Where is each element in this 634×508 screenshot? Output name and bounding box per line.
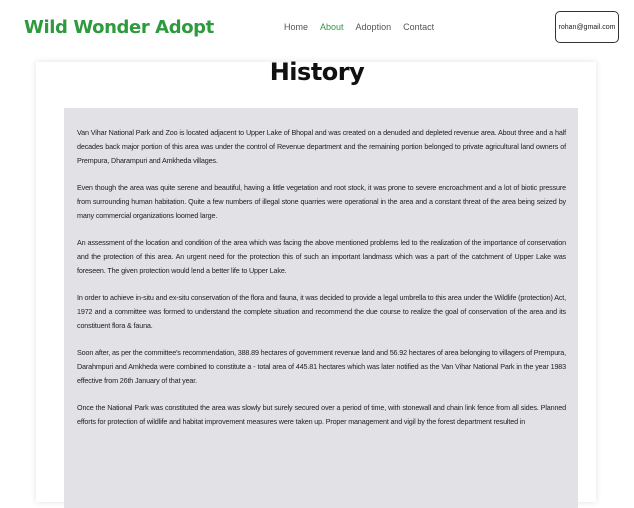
history-paragraph: An assessment of the location and condit… [77, 238, 566, 275]
page-title: History [269, 58, 365, 86]
nav-contact-link[interactable]: Contact [403, 22, 434, 32]
history-content: Van Vihar National Park and Zoo is locat… [64, 108, 578, 508]
navbar: Wild Wonder Adopt Home About Adoption Co… [0, 0, 634, 62]
nav-home-link[interactable]: Home [284, 22, 308, 32]
user-email-button[interactable]: rohan@gmail.com [555, 11, 619, 43]
history-paragraph: Van Vihar National Park and Zoo is locat… [77, 128, 566, 165]
history-paragraph: Soon after, as per the committee's recom… [77, 348, 566, 385]
nav-about-link[interactable]: About [320, 22, 344, 32]
history-paragraph: In order to achieve in-situ and ex-situ … [77, 293, 566, 330]
history-paragraph: Once the National Park was constituted t… [77, 403, 566, 426]
brand-logo[interactable]: Wild Wonder Adopt [24, 17, 214, 38]
nav-links: Home About Adoption Contact [284, 22, 434, 32]
nav-adoption-link[interactable]: Adoption [356, 22, 392, 32]
history-paragraph: Even though the area was quite serene an… [77, 183, 566, 220]
